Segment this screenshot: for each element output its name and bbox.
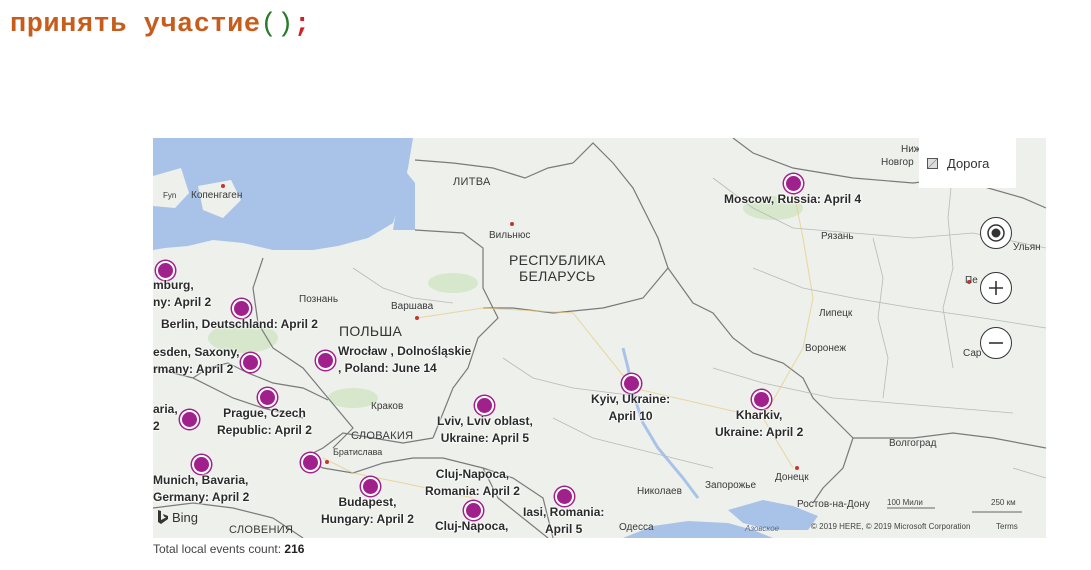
- map-copyright: © 2019 HERE, © 2019 Microsoft Corporatio…: [811, 522, 971, 531]
- plus-icon: [989, 281, 1003, 295]
- events-count-label: Total local events count:: [153, 542, 282, 556]
- country-label-slovakia: СЛОВАКИЯ: [351, 430, 414, 442]
- city-label-poznan: Познань: [299, 294, 339, 305]
- country-label-belarus-line2: БЕЛАРУСЬ: [519, 268, 596, 284]
- water-label-azov: Азовское: [745, 524, 780, 533]
- scale-miles: 100 Мили: [887, 498, 923, 507]
- city-dot-donetsk: [795, 466, 799, 470]
- country-label-belarus-line1: РЕСПУБЛИКА: [509, 252, 606, 268]
- event-label-bavaria: aria, 2: [153, 402, 178, 433]
- zoom-in-button[interactable]: [980, 272, 1012, 304]
- city-label-warszawa: Варшава: [391, 301, 434, 312]
- event-label-moscow: Moscow, Russia: April 4: [724, 192, 862, 206]
- city-label-nikolaev: Николаев: [637, 486, 682, 497]
- event-pin-dresden[interactable]: [241, 353, 260, 372]
- city-label-lipetsk: Липецк: [819, 308, 853, 319]
- event-label-prague: Prague, Czech Republic: April 2: [217, 406, 312, 437]
- scale-km: 250 км: [991, 498, 1016, 507]
- bing-logo[interactable]: Bing: [157, 510, 198, 525]
- page-title: принять участие();: [10, 10, 311, 40]
- event-pin-bratislava[interactable]: [301, 453, 320, 472]
- city-label-odessa: Одесса: [619, 522, 654, 533]
- event-label-lviv: Lviv, Lviv oblast, Ukraine: April 5: [437, 414, 533, 445]
- event-pin-wroclaw[interactable]: [316, 351, 335, 370]
- event-label-cluj-2: Cluj-Napoca,: [435, 519, 509, 533]
- events-count-value: 216: [284, 542, 305, 556]
- title-parens: (): [260, 10, 294, 40]
- city-label-vilnius: Вильнюс: [489, 230, 531, 241]
- city-label-ulyanovsk: Ульян: [1013, 242, 1041, 253]
- scale-bar: [887, 507, 1022, 513]
- city-dot-bratislava: [325, 460, 329, 464]
- event-pin-bavaria[interactable]: [180, 410, 199, 429]
- city-label-zaporozhye: Запорожье: [705, 480, 757, 491]
- locate-icon: [987, 224, 1005, 242]
- city-label-saratov: Сар: [963, 348, 982, 359]
- event-label-munich: Munich, Bavaria, Germany: April 2: [153, 473, 250, 504]
- city-dot-warszawa: [415, 316, 419, 320]
- city-dot-vilnius: [510, 222, 514, 226]
- event-label-iasi: Iasi, Romania: April 5: [523, 505, 605, 536]
- city-label-rostov: Ростов-на-Дону: [797, 499, 870, 510]
- event-label-kharkiv: Kharkiv, Ukraine: April 2: [715, 408, 804, 439]
- country-label-slovenia: СЛОВЕНИЯ: [229, 524, 294, 536]
- title-keyword: принять участие: [10, 10, 261, 40]
- event-label-cluj-1: Cluj-Napoca, Romania: April 2: [425, 467, 520, 498]
- event-label-hamburg: mburg, ny: April 2: [153, 278, 212, 309]
- city-label-fyn: Fyn: [163, 191, 177, 200]
- terms-link[interactable]: Terms: [996, 522, 1018, 531]
- bing-label: Bing: [172, 510, 199, 525]
- road-swatch-icon: [927, 157, 938, 169]
- zoom-out-button[interactable]: [980, 327, 1012, 359]
- event-label-kyiv: Kyiv, Ukraine: April 10: [591, 392, 671, 423]
- title-semicolon: ;: [293, 10, 311, 40]
- city-label-voronezh: Воронеж: [805, 343, 847, 354]
- city-label-bratislava: Братислава: [333, 447, 383, 457]
- bing-logo-icon: [158, 510, 168, 524]
- map-legend[interactable]: Дорога: [919, 138, 1016, 188]
- country-label-belarus: РЕСПУБЛИКА БЕЛАРУСЬ: [509, 252, 606, 284]
- event-label-dresden: esden, Saxony, rmany: April 2: [153, 345, 240, 376]
- city-label-donetsk: Донецк: [775, 472, 809, 483]
- locate-button[interactable]: [980, 217, 1012, 249]
- country-label-polska: ПОЛЬША: [339, 323, 403, 339]
- city-label-penza: Пе: [965, 275, 978, 286]
- city-label-krakow: Краков: [371, 401, 404, 412]
- country-label-litva: ЛИТВА: [453, 176, 491, 188]
- event-label-wroclaw: Wrocław , Dolnośląskie, Poland: June 14: [338, 344, 472, 375]
- city-label-ryazan: Рязань: [821, 231, 854, 242]
- legend-label: Дорога: [947, 155, 990, 171]
- event-label-berlin: Berlin, Deutschland: April 2: [161, 317, 318, 331]
- minus-icon: [989, 342, 1003, 344]
- event-label-budapest: Budapest, Hungary: April 2: [321, 495, 414, 526]
- events-map[interactable]: ЛИТВА РЕСПУБЛИКА БЕЛАРУСЬ ПОЛЬША СЛОВАКИ…: [153, 138, 1046, 538]
- city-label-nizhny-2: Новгор: [881, 157, 914, 168]
- events-count: Total local events count: 216: [153, 542, 304, 556]
- map-basemap: [153, 138, 1046, 538]
- city-label-kopenhagen: Копенгаген: [191, 190, 243, 201]
- city-label-volgograd: Волгоград: [889, 438, 937, 449]
- city-dot-kopenhagen: [221, 184, 225, 188]
